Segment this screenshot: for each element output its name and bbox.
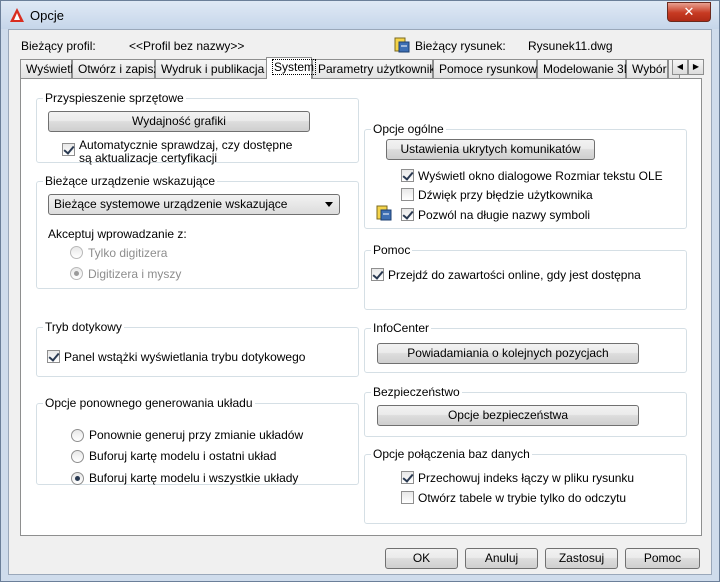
group-layout-regen: Opcje ponownego generowania układu Ponow… — [36, 396, 359, 485]
group-db-connection: Opcje połączenia baz danych Przechowuj i… — [364, 447, 687, 524]
close-button[interactable]: ✕ — [667, 2, 711, 22]
regen-on-switch-label: Ponownie generuj przy zmianie układów — [89, 428, 304, 442]
tab-drafting[interactable]: Pomoce rysunkowe — [433, 59, 544, 78]
digitizer-and-mouse-label: Digitizera i myszy — [88, 267, 182, 281]
window-title: Opcje — [30, 8, 64, 23]
tab-plot-publish[interactable]: Wydruk i publikacja — [155, 59, 268, 78]
check-certification-updates-checkbox[interactable] — [62, 143, 75, 156]
tab-system[interactable]: System — [266, 57, 317, 79]
tab-open-save[interactable]: Otwórz i zapisz — [72, 59, 159, 78]
group-pointing-device: Bieżące urządzenie wskazujące Bieżące sy… — [36, 174, 359, 289]
tab-scroll-left-icon[interactable]: ◀ — [672, 59, 688, 75]
group-title: Pomoc — [371, 243, 413, 257]
drawing-label: Bieżący rysunek: — [415, 39, 506, 53]
cache-model-last-label: Buforuj kartę modelu i ostatni układ — [89, 449, 277, 463]
group-touch-mode: Tryb dotykowy Panel wstążki wyświetlania… — [36, 320, 359, 377]
chevron-down-icon — [325, 202, 333, 207]
group-title: Przyspieszenie sprzętowe — [43, 91, 186, 105]
online-help-label: Przejdź do zawartości online, gdy jest d… — [388, 268, 641, 282]
tab-scroll-right-icon[interactable]: ▶ — [688, 59, 704, 75]
help-button[interactable]: Pomoc — [625, 548, 700, 569]
autocad-logo-icon — [10, 8, 24, 22]
tab-selection[interactable]: Wybór — [626, 59, 668, 78]
title-bar[interactable]: Opcje ✕ — [1, 1, 719, 29]
ole-text-size-label: Wyświetl okno dialogowe Rozmiar tekstu O… — [418, 169, 663, 183]
group-title: Bieżące urządzenie wskazujące — [43, 174, 218, 188]
drawing-value: Rysunek11.dwg — [528, 39, 613, 53]
readonly-tables-label: Otwórz tabele w trybie tylko do odczytu — [418, 491, 627, 505]
cache-model-all-radio[interactable] — [71, 472, 84, 485]
group-title: Opcje ponownego generowania układu — [43, 396, 255, 410]
cancel-button[interactable]: Anuluj — [465, 548, 538, 569]
online-help-checkbox[interactable] — [371, 268, 384, 281]
regen-on-switch-radio[interactable] — [71, 429, 84, 442]
beep-on-error-checkbox[interactable] — [401, 188, 414, 201]
ole-text-size-checkbox[interactable] — [401, 169, 414, 182]
group-title: Bezpieczeństwo — [371, 385, 462, 399]
digitizer-only-radio[interactable] — [70, 246, 83, 259]
profile-label: Bieżący profil: — [21, 39, 96, 53]
touch-ribbon-label: Panel wstążki wyświetlania trybu dotykow… — [64, 350, 306, 364]
group-general-options: Opcje ogólne Ustawienia ukrytych komunik… — [364, 122, 687, 229]
group-title: Opcje ogólne — [371, 122, 446, 136]
tab-user-preferences[interactable]: Parametry użytkownika — [312, 59, 442, 78]
tab-display[interactable]: Wyświetl — [20, 59, 73, 78]
group-title: Opcje połączenia baz danych — [371, 447, 532, 461]
pointing-device-select[interactable]: Bieżące systemowe urządzenie wskazujące — [48, 194, 340, 215]
touch-ribbon-checkbox[interactable] — [47, 350, 60, 363]
group-help: Pomoc Przejdź do zawartości online, gdy … — [364, 243, 687, 310]
cache-model-all-label: Buforuj kartę modelu i wszystkie układy — [89, 471, 299, 485]
hidden-messages-settings-button[interactable]: Ustawienia ukrytych komunikatów — [386, 139, 595, 160]
drawing-file-icon — [394, 37, 410, 53]
balloon-notifications-button[interactable]: Powiadamiania o kolejnych pozycjach — [377, 343, 639, 364]
drawing-setting-icon — [376, 205, 392, 221]
long-symbol-names-label: Pozwól na długie nazwy symboli — [418, 208, 591, 222]
cache-model-last-radio[interactable] — [71, 450, 84, 463]
group-title: Tryb dotykowy — [43, 320, 124, 334]
tab-scroll-buttons: ◀ ▶ — [672, 59, 704, 75]
readonly-tables-checkbox[interactable] — [401, 491, 414, 504]
profile-value: <<Profil bez nazwy>> — [129, 39, 245, 53]
dialog-body: Bieżący profil: <<Profil bez nazwy>> Bie… — [8, 29, 712, 575]
apply-button[interactable]: Zastosuj — [545, 548, 618, 569]
tab-3d-modeling[interactable]: Modelowanie 3D — [537, 59, 632, 78]
store-link-index-checkbox[interactable] — [401, 471, 414, 484]
graphics-performance-button[interactable]: Wydajność grafiki — [48, 111, 310, 132]
digitizer-only-label: Tylko digitizera — [88, 246, 168, 260]
ok-button[interactable]: OK — [385, 548, 458, 569]
group-infocenter: InfoCenter Powiadamiania o kolejnych poz… — [364, 321, 687, 373]
accept-input-label: Akceptuj wprowadzanie z: — [48, 227, 187, 241]
store-link-index-label: Przechowuj indeks łączy w pliku rysunku — [418, 471, 635, 485]
options-dialog: Opcje ✕ Bieżący profil: <<Profil bez naz… — [0, 0, 720, 582]
check-certification-label-2: są aktualizacje certyfikacji — [79, 151, 218, 165]
group-hardware-acceleration: Przyspieszenie sprzętowe Wydajność grafi… — [36, 91, 359, 165]
system-tab-panel: Przyspieszenie sprzętowe Wydajność grafi… — [20, 78, 702, 536]
group-title: InfoCenter — [371, 321, 432, 335]
security-options-button[interactable]: Opcje bezpieczeństwa — [377, 405, 639, 426]
digitizer-and-mouse-radio[interactable] — [70, 267, 83, 280]
long-symbol-names-checkbox[interactable] — [401, 208, 414, 221]
beep-on-error-label: Dźwięk przy błędzie użytkownika — [418, 188, 593, 202]
group-security: Bezpieczeństwo Opcje bezpieczeństwa — [364, 385, 687, 437]
